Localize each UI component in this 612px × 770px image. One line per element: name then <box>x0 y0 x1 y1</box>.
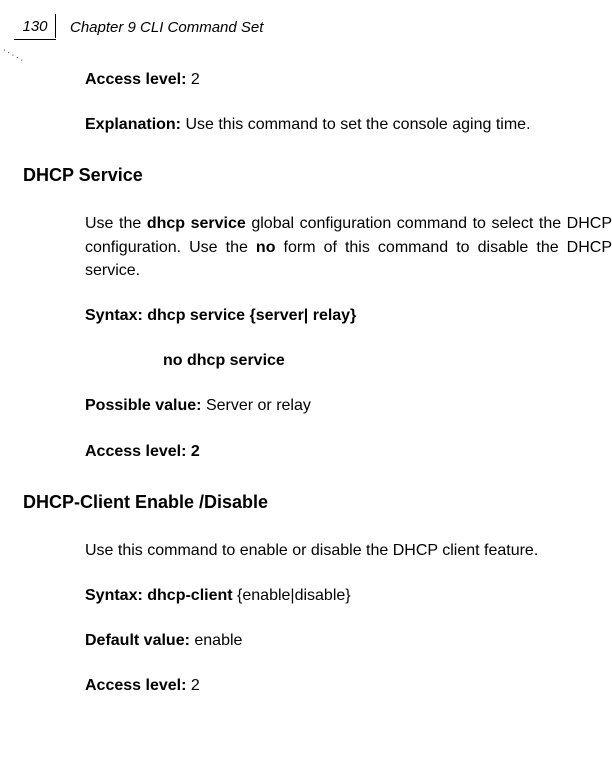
dhcp-client-intro: Use this command to enable or disable th… <box>85 539 612 562</box>
access-level-value: 2 <box>186 677 199 694</box>
page-number-box: 130 <box>14 14 56 40</box>
syntax-line-2: no dhcp service <box>85 349 612 372</box>
default-value-text: enable <box>190 632 243 649</box>
dotted-decoration: . . . . . <box>2 43 26 63</box>
syntax-line-1: Syntax: dhcp service {server| relay} <box>85 304 612 327</box>
access-level-value: 2 <box>186 71 199 88</box>
syntax-label: Syntax: dhcp-client <box>85 587 237 604</box>
access-level-label: Access level: <box>85 71 186 88</box>
default-value-label: Default value: <box>85 632 190 649</box>
possible-value-text: Server or relay <box>202 397 311 414</box>
page-number-underline <box>14 39 56 40</box>
possible-value-line: Possible value: Server or relay <box>85 394 612 417</box>
page: 130 . . . . . Chapter 9 CLI Command Set … <box>0 0 612 770</box>
explanation-text: Use this command to set the console agin… <box>181 116 531 133</box>
text-bold: dhcp service <box>147 215 246 232</box>
explanation-label: Explanation: <box>85 116 181 133</box>
syntax-line: Syntax: dhcp-client {enable|disable} <box>85 584 612 607</box>
access-level-label: Access level: 2 <box>85 443 200 460</box>
text-bold: no <box>256 239 276 256</box>
text: Use this command to enable or disable th… <box>85 542 538 559</box>
page-header: 130 . . . . . Chapter 9 CLI Command Set <box>0 14 612 56</box>
access-level-line: Access level: 2 <box>85 674 612 697</box>
access-level-line: Access level: 2 <box>85 68 612 91</box>
access-level-line: Access level: 2 <box>85 440 612 463</box>
dhcp-service-intro: Use the dhcp service global configuratio… <box>85 212 612 282</box>
default-value-line: Default value: enable <box>85 629 612 652</box>
text: Use the <box>85 215 147 232</box>
section-heading-dhcp-service: DHCP Service <box>23 162 612 188</box>
explanation-line: Explanation: Use this command to set the… <box>85 113 612 136</box>
syntax-value: {enable|disable} <box>237 587 351 604</box>
syntax-value: no dhcp service <box>163 352 285 369</box>
chapter-title: Chapter 9 CLI Command Set <box>70 19 263 36</box>
page-number: 130 <box>22 18 47 35</box>
possible-value-label: Possible value: <box>85 397 202 414</box>
page-number-sidebar <box>55 14 56 38</box>
access-level-label: Access level: <box>85 677 186 694</box>
syntax-value: dhcp service {server| relay} <box>143 307 357 324</box>
body-content: Access level: 2 Explanation: Use this co… <box>85 68 612 720</box>
section-heading-dhcp-client: DHCP-Client Enable /Disable <box>23 489 612 515</box>
syntax-label: Syntax: <box>85 307 143 324</box>
